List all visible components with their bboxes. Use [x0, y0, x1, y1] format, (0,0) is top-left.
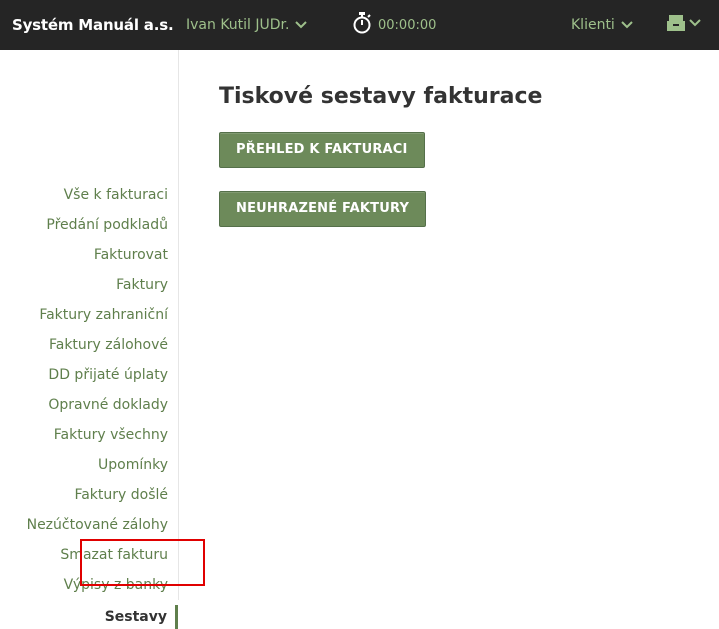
sidebar: Vše k fakturaci Předání podkladů Fakturo… — [0, 50, 179, 629]
sidebar-item-faktury-zalohove[interactable]: Faktury zálohové — [27, 330, 168, 360]
user-menu[interactable]: Ivan Kutil JUDr. — [186, 17, 308, 33]
stopwatch-icon — [352, 12, 372, 34]
sidebar-item-dd-prijate-uplaty[interactable]: DD přijaté úplaty — [27, 360, 168, 390]
sidebar-item-fakturovat[interactable]: Fakturovat — [27, 240, 168, 270]
top-bar: Systém Manuál a.s. Ivan Kutil JUDr. 00:0… — [0, 0, 719, 50]
clients-label: Klienti — [571, 17, 615, 33]
sidebar-item-sestavy[interactable]: Sestavy — [27, 605, 178, 629]
sidebar-item-nezuctovane-zalohy[interactable]: Nezúčtované zálohy — [27, 510, 168, 540]
sidebar-item-predani-podkladu[interactable]: Předání podkladů — [27, 210, 168, 240]
sidebar-item-faktury-vsechny[interactable]: Faktury všechny — [27, 420, 168, 450]
chevron-down-icon — [295, 21, 308, 29]
clients-menu[interactable]: Klienti — [571, 17, 633, 33]
main-content: Tiskové sestavy fakturace PŘEHLED K FAKT… — [219, 84, 543, 227]
sidebar-item-opravne-doklady[interactable]: Opravné doklady — [27, 390, 168, 420]
brand-name[interactable]: Systém Manuál a.s. — [12, 16, 174, 34]
chevron-down-icon — [689, 19, 701, 27]
highlight-box — [80, 539, 205, 586]
sidebar-item-upominky[interactable]: Upomínky — [27, 450, 168, 480]
timer-value: 00:00:00 — [378, 17, 437, 33]
archive-menu[interactable] — [667, 15, 701, 31]
prehled-k-fakturaci-button[interactable]: PŘEHLED K FAKTURACI — [219, 132, 425, 168]
sidebar-item-faktury-zahranicni[interactable]: Faktury zahraniční — [27, 300, 168, 330]
neuhrazene-faktury-button[interactable]: NEUHRAZENÉ FAKTURY — [219, 191, 427, 227]
sidebar-item-vse-k-fakturaci[interactable]: Vše k fakturaci — [27, 180, 168, 210]
sidebar-item-faktury-dosle[interactable]: Faktury došlé — [27, 480, 168, 510]
chevron-down-icon — [621, 21, 633, 29]
sidebar-item-faktury[interactable]: Faktury — [27, 270, 168, 300]
page-title: Tiskové sestavy fakturace — [219, 84, 543, 109]
timer[interactable]: 00:00:00 — [352, 12, 436, 34]
archive-box-icon — [667, 15, 685, 31]
user-name: Ivan Kutil JUDr. — [186, 17, 290, 33]
